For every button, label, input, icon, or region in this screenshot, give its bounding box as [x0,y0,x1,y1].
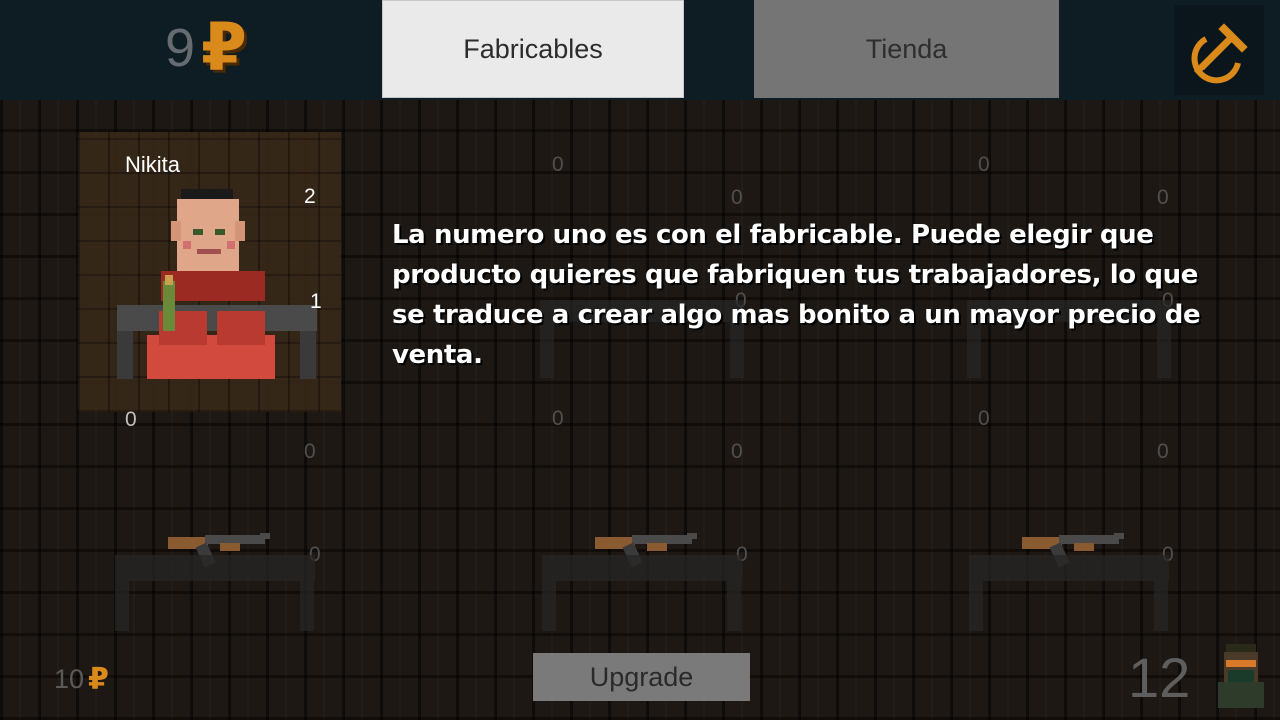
soldier-avatar-icon[interactable] [1214,640,1268,710]
station-5-right-count: 0 [1157,440,1169,463]
station-4-workbench[interactable] [537,525,747,635]
tab-fabricables[interactable]: Fabricables [382,0,684,98]
station-3-workbench[interactable] [110,525,320,635]
station-2-top-count: 0 [978,153,990,176]
station-5-top-count: 0 [978,407,990,430]
tab-tienda[interactable]: Tienda [754,0,1059,98]
upgrade-button[interactable]: Upgrade [533,653,750,701]
station-4-top-count: 0 [552,407,564,430]
station-1-top-count: 0 [552,153,564,176]
tutorial-message: La numero uno es con el fabricable. Pued… [392,220,1201,370]
upgrade-cost-amount: 10 [54,664,85,694]
worker-stat-top: 2 [304,185,316,208]
station-2-right-count: 0 [1157,186,1169,209]
ruble-icon: ₽ [201,9,247,86]
tab-fabricables-label: Fabricables [463,33,603,64]
top-bar: 9 ₽ Fabricables Tienda [0,0,1280,100]
worker-name: Nikita [125,152,181,177]
upgrade-button-label: Upgrade [589,661,694,692]
station-3-right-count: 0 [304,440,316,463]
station-4-right-count: 0 [731,440,743,463]
upgrade-cost: 10 ₽ [54,662,109,697]
tab-tienda-label: Tienda [865,33,948,64]
station-1-right-count: 0 [731,186,743,209]
hammer-sickle-icon[interactable] [1174,5,1264,95]
station-5-workbench[interactable] [964,525,1174,635]
worker-stat-bottom: 0 [125,408,137,431]
ruble-icon: ₽ [88,662,109,697]
worker-stat-mid: 1 [310,290,322,313]
money-amount: 9 [165,18,196,78]
money-display: 9 ₽ [165,9,247,86]
worker-sprite [147,189,275,379]
worker-count: 12 [1128,646,1191,709]
